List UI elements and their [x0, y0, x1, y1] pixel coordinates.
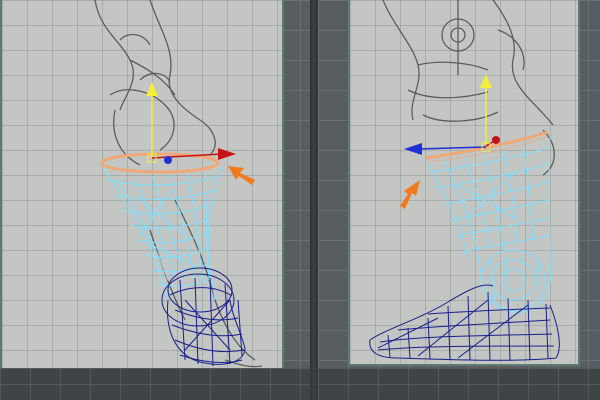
move-manipulator[interactable]	[404, 74, 500, 155]
callout-arrow-icon	[228, 166, 255, 185]
move-manipulator[interactable]	[146, 82, 236, 164]
manipulator-z-axis-head[interactable]	[404, 143, 422, 155]
right-viewport[interactable]	[318, 0, 600, 400]
manipulator-y-axis-head[interactable]	[146, 82, 158, 96]
manipulator-x-axis-head[interactable]	[218, 148, 236, 160]
leg-wireframe[interactable]	[425, 135, 552, 315]
foot-mesh[interactable]	[369, 284, 560, 362]
left-scene	[94, 0, 263, 368]
selected-edge-ring[interactable]	[100, 152, 220, 174]
callout-arrow-icon	[400, 180, 420, 209]
leg-wireframe[interactable]	[103, 163, 223, 301]
foot-mesh[interactable]	[161, 267, 246, 367]
right-scene	[369, 0, 560, 362]
viewport-divider[interactable]	[310, 0, 318, 400]
manipulator-y-axis-head[interactable]	[480, 74, 492, 88]
manipulator-x-axis-head[interactable]	[492, 136, 500, 144]
manipulator-center-handle[interactable]	[164, 156, 172, 164]
left-viewport[interactable]	[0, 0, 310, 400]
